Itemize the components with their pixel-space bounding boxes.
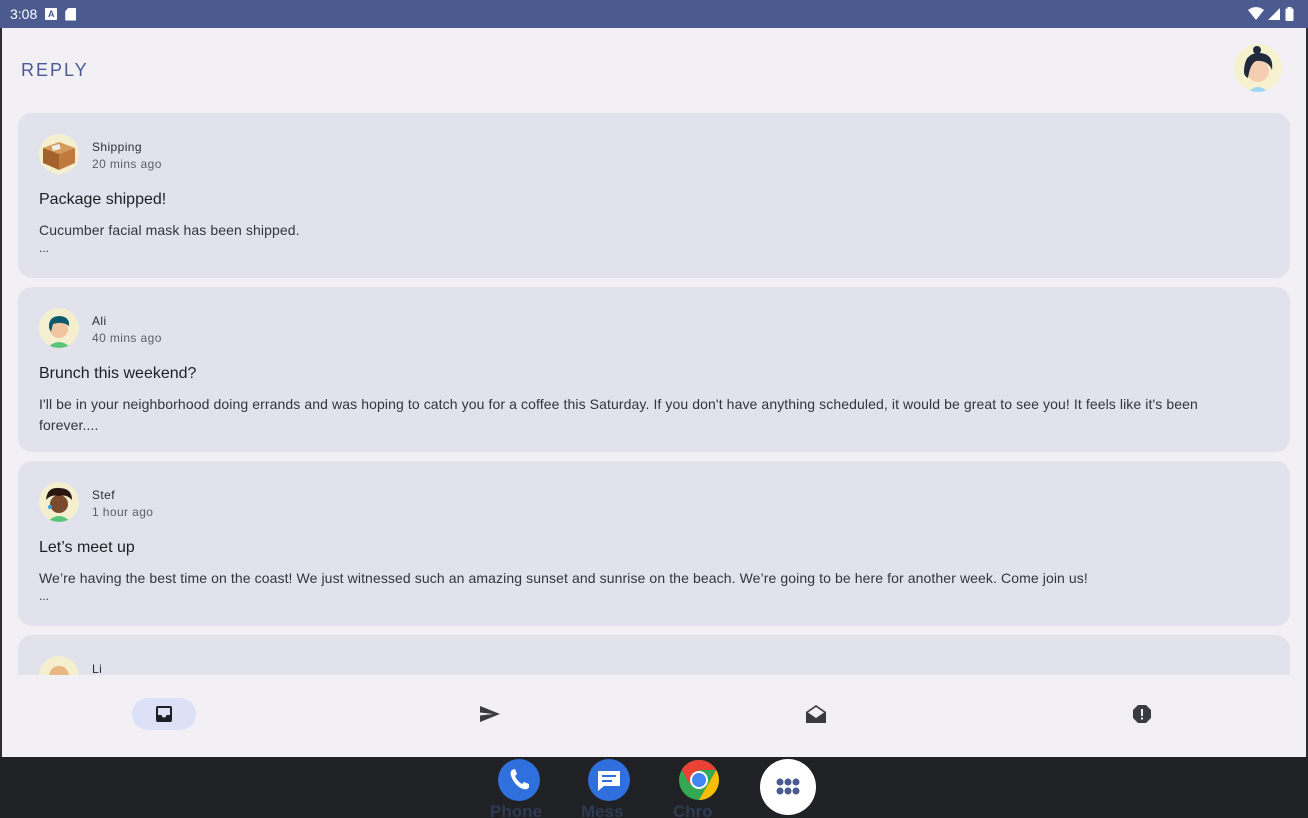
email-sender: Li [92,662,103,675]
sender-avatar [39,134,79,174]
profile-avatar[interactable] [1234,44,1282,92]
drafts-icon [806,705,826,723]
dock-messages[interactable] [588,759,630,801]
dock-phone-label: Phone [490,802,542,818]
email-subject: Package shipped! [39,191,167,208]
dock-phone[interactable] [498,759,540,801]
phone-icon [510,769,529,790]
email-ellipsis: ... [39,241,50,255]
bottom-navigation [2,675,1306,757]
chrome-icon [679,760,719,800]
wifi-icon [1248,7,1264,20]
email-subject: Let’s meet up [39,539,135,556]
dock-chrome[interactable] [678,759,720,801]
email-card[interactable]: Stef 1 hour ago Let’s meet up We’re havi… [18,461,1290,626]
sd-card-icon [65,7,77,21]
email-sender: Stef [92,488,115,502]
dock-chrome-label: Chro [673,802,713,818]
sender-avatar [39,656,79,675]
email-preview: I'll be in your neighborhood doing erran… [39,396,1198,433]
status-time: 3:08 [10,6,38,22]
nav-inbox[interactable] [132,698,196,730]
top-bar: REPLY [2,28,1306,112]
email-card[interactable]: Ali 40 mins ago Brunch this weekend? I'l… [18,287,1290,452]
email-sender: Ali [92,314,107,328]
email-preview: We’re having the best time on the coast!… [39,570,1088,586]
nav-drafts[interactable] [784,698,848,730]
sender-avatar [39,482,79,522]
app-title: REPLY [21,60,89,80]
sender-avatar [39,308,79,348]
nav-spam[interactable] [1110,698,1174,730]
taskbar: Phone Mess Chro [0,757,1308,818]
reply-app: REPLY Shipping 20 mins ago Package shipp… [2,28,1306,757]
person-avatar-icon [49,666,69,675]
send-icon [480,706,500,722]
messages-icon [598,771,620,791]
email-time: 40 mins ago [92,331,162,345]
email-time: 1 hour ago [92,505,154,519]
email-ellipsis: ... [39,589,50,603]
signal-icon [1268,8,1280,20]
email-preview: Cucumber facial mask has been shipped. [39,222,300,238]
nav-sent[interactable] [458,698,522,730]
email-time: 20 mins ago [92,157,162,171]
email-list[interactable]: Shipping 20 mins ago Package shipped! Cu… [18,113,1290,675]
inbox-icon [156,706,172,722]
keyboard-notification-icon: A [45,8,58,20]
battery-icon [1285,7,1294,21]
email-sender: Shipping [92,140,142,154]
email-card[interactable]: Shipping 20 mins ago Package shipped! Cu… [18,113,1290,278]
person-avatar-icon [46,487,72,522]
email-subject: Brunch this weekend? [39,365,197,382]
status-bar: 3:08 A [0,0,1308,28]
package-icon [43,142,75,170]
dock-messages-label: Mess [581,802,624,818]
apps-grid-icon [776,778,800,795]
report-icon [1133,705,1151,723]
app-drawer-button[interactable] [760,759,816,815]
person-avatar-icon [47,316,71,348]
email-card[interactable]: Li [18,635,1290,675]
user-avatar-icon [1244,46,1273,92]
